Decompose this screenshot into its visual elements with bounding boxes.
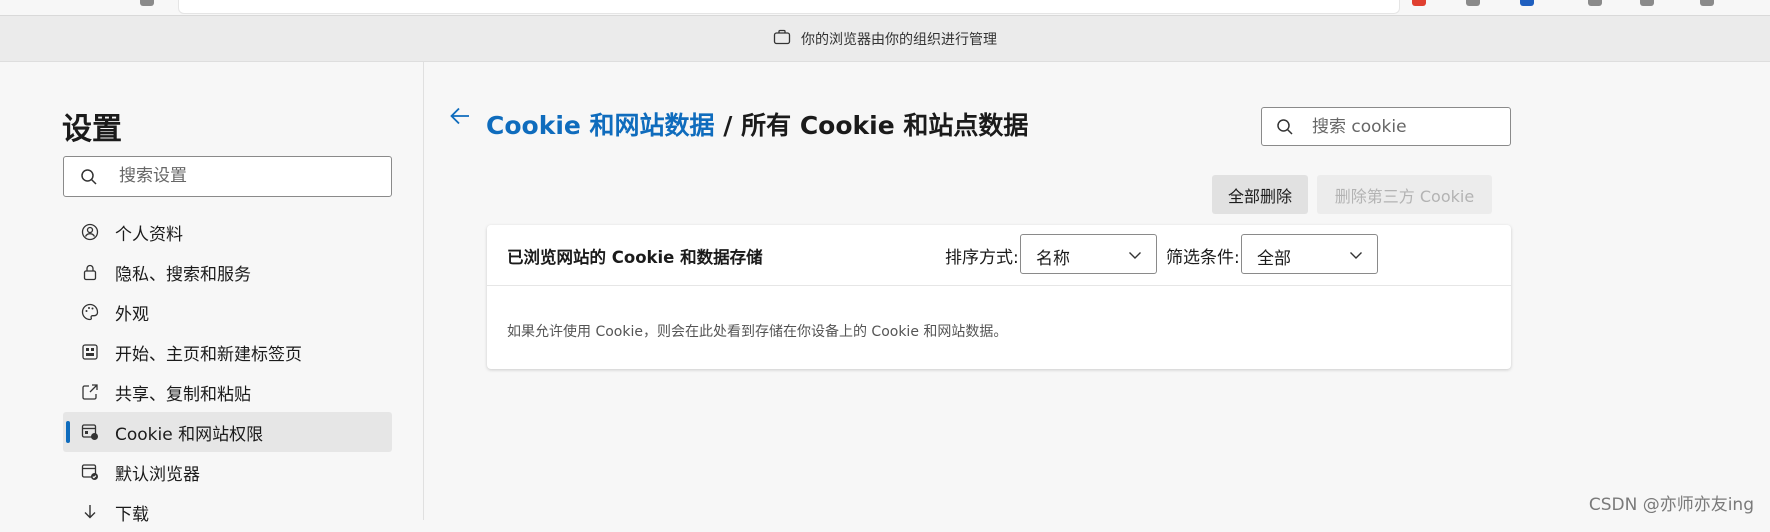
site-permissions-icon: [81, 423, 99, 441]
nav-item-privacy[interactable]: 隐私、搜索和服务: [63, 252, 392, 292]
nav-item-label: 共享、复制和粘贴: [115, 384, 251, 405]
breadcrumb: Cookie 和网站数据 / 所有 Cookie 和站点数据: [486, 106, 1028, 142]
empty-state-message: 如果允许使用 Cookie，则会在此处看到存储在你设备上的 Cookie 和网站…: [507, 324, 1008, 340]
search-icon: [1276, 118, 1294, 140]
more-icon[interactable]: [1700, 0, 1714, 6]
sort-label: 排序方式:: [945, 248, 1019, 268]
breadcrumb-link-cookies-site-data[interactable]: Cookie 和网站数据: [486, 111, 715, 140]
watermark: CSDN @亦师亦友ing: [1588, 495, 1754, 515]
address-bar[interactable]: [178, 0, 1400, 14]
settings-sidebar: 设置 个人资料 隐私、搜索和服务 外观: [0, 62, 424, 525]
share-icon: [81, 383, 99, 401]
collections-icon[interactable]: [1588, 0, 1602, 6]
nav-item-appearance[interactable]: 外观: [63, 292, 392, 332]
extension-icon[interactable]: [1412, 0, 1426, 6]
nav-item-label: 外观: [115, 304, 149, 325]
card-header: 已浏览网站的 Cookie 和数据存储 排序方式: 名称 筛选条件: 全部: [487, 225, 1511, 286]
settings-search-input[interactable]: [119, 157, 379, 195]
lock-icon: [81, 263, 99, 281]
settings-nav: 个人资料 隐私、搜索和服务 外观 开始、主页和新建标签页 共享、复制和粘贴 Co…: [63, 212, 392, 532]
cookie-search-input[interactable]: [1312, 108, 1502, 145]
settings-title: 设置: [62, 112, 122, 147]
download-icon: [81, 503, 99, 521]
main-content: Cookie 和网站数据 / 所有 Cookie 和站点数据 全部删除 删除第三…: [424, 62, 1770, 520]
nav-item-downloads[interactable]: 下载: [63, 492, 392, 532]
nav-item-label: Cookie 和网站权限: [115, 424, 264, 445]
cookie-data-card: 已浏览网站的 Cookie 和数据存储 排序方式: 名称 筛选条件: 全部 如果…: [487, 225, 1511, 369]
back-arrow-icon: [449, 106, 471, 130]
delete-all-button[interactable]: 全部删除: [1212, 175, 1308, 214]
default-browser-icon: [81, 463, 99, 481]
filter-dropdown-value: 全部: [1257, 249, 1291, 269]
browser-toolbar: [0, 0, 1770, 16]
homepage-icon: [81, 343, 99, 361]
refresh-icon[interactable]: [140, 0, 154, 6]
managed-infobar-text: 你的浏览器由你的组织进行管理: [801, 31, 997, 48]
profile-icon: [81, 223, 99, 241]
nav-item-default-browser[interactable]: 默认浏览器: [63, 452, 392, 492]
back-button[interactable]: [446, 104, 474, 132]
settings-search-box[interactable]: [63, 156, 392, 197]
filter-dropdown[interactable]: 全部: [1241, 234, 1378, 274]
page-title: 所有 Cookie 和站点数据: [741, 111, 1029, 140]
sort-dropdown[interactable]: 名称: [1020, 234, 1157, 274]
nav-item-label: 默认浏览器: [115, 464, 200, 485]
nav-item-cookies-site-permissions[interactable]: Cookie 和网站权限: [63, 412, 392, 452]
nav-item-share-copy-paste[interactable]: 共享、复制和粘贴: [63, 372, 392, 412]
browser-essentials-icon[interactable]: [1640, 0, 1654, 6]
nav-item-label: 隐私、搜索和服务: [115, 264, 251, 285]
profile-avatar-icon[interactable]: [1520, 0, 1534, 6]
favorites-icon[interactable]: [1466, 0, 1480, 6]
chevron-down-icon: [1349, 247, 1363, 266]
breadcrumb-separator: /: [714, 111, 742, 140]
nav-item-start-home-newtab[interactable]: 开始、主页和新建标签页: [63, 332, 392, 372]
delete-third-party-cookies-button: 删除第三方 Cookie: [1317, 175, 1492, 214]
palette-icon: [81, 303, 99, 321]
card-title: 已浏览网站的 Cookie 和数据存储: [507, 248, 763, 267]
filter-label: 筛选条件:: [1166, 248, 1240, 268]
briefcase-icon: [773, 29, 791, 49]
managed-infobar: 你的浏览器由你的组织进行管理: [0, 16, 1770, 62]
chevron-down-icon: [1128, 247, 1142, 266]
nav-item-label: 下载: [115, 504, 149, 525]
search-icon: [80, 168, 98, 190]
cookie-search-box[interactable]: [1261, 107, 1511, 146]
sort-dropdown-value: 名称: [1036, 249, 1070, 269]
nav-item-label: 开始、主页和新建标签页: [115, 344, 302, 365]
nav-item-label: 个人资料: [115, 224, 183, 245]
nav-item-profiles[interactable]: 个人资料: [63, 212, 392, 252]
